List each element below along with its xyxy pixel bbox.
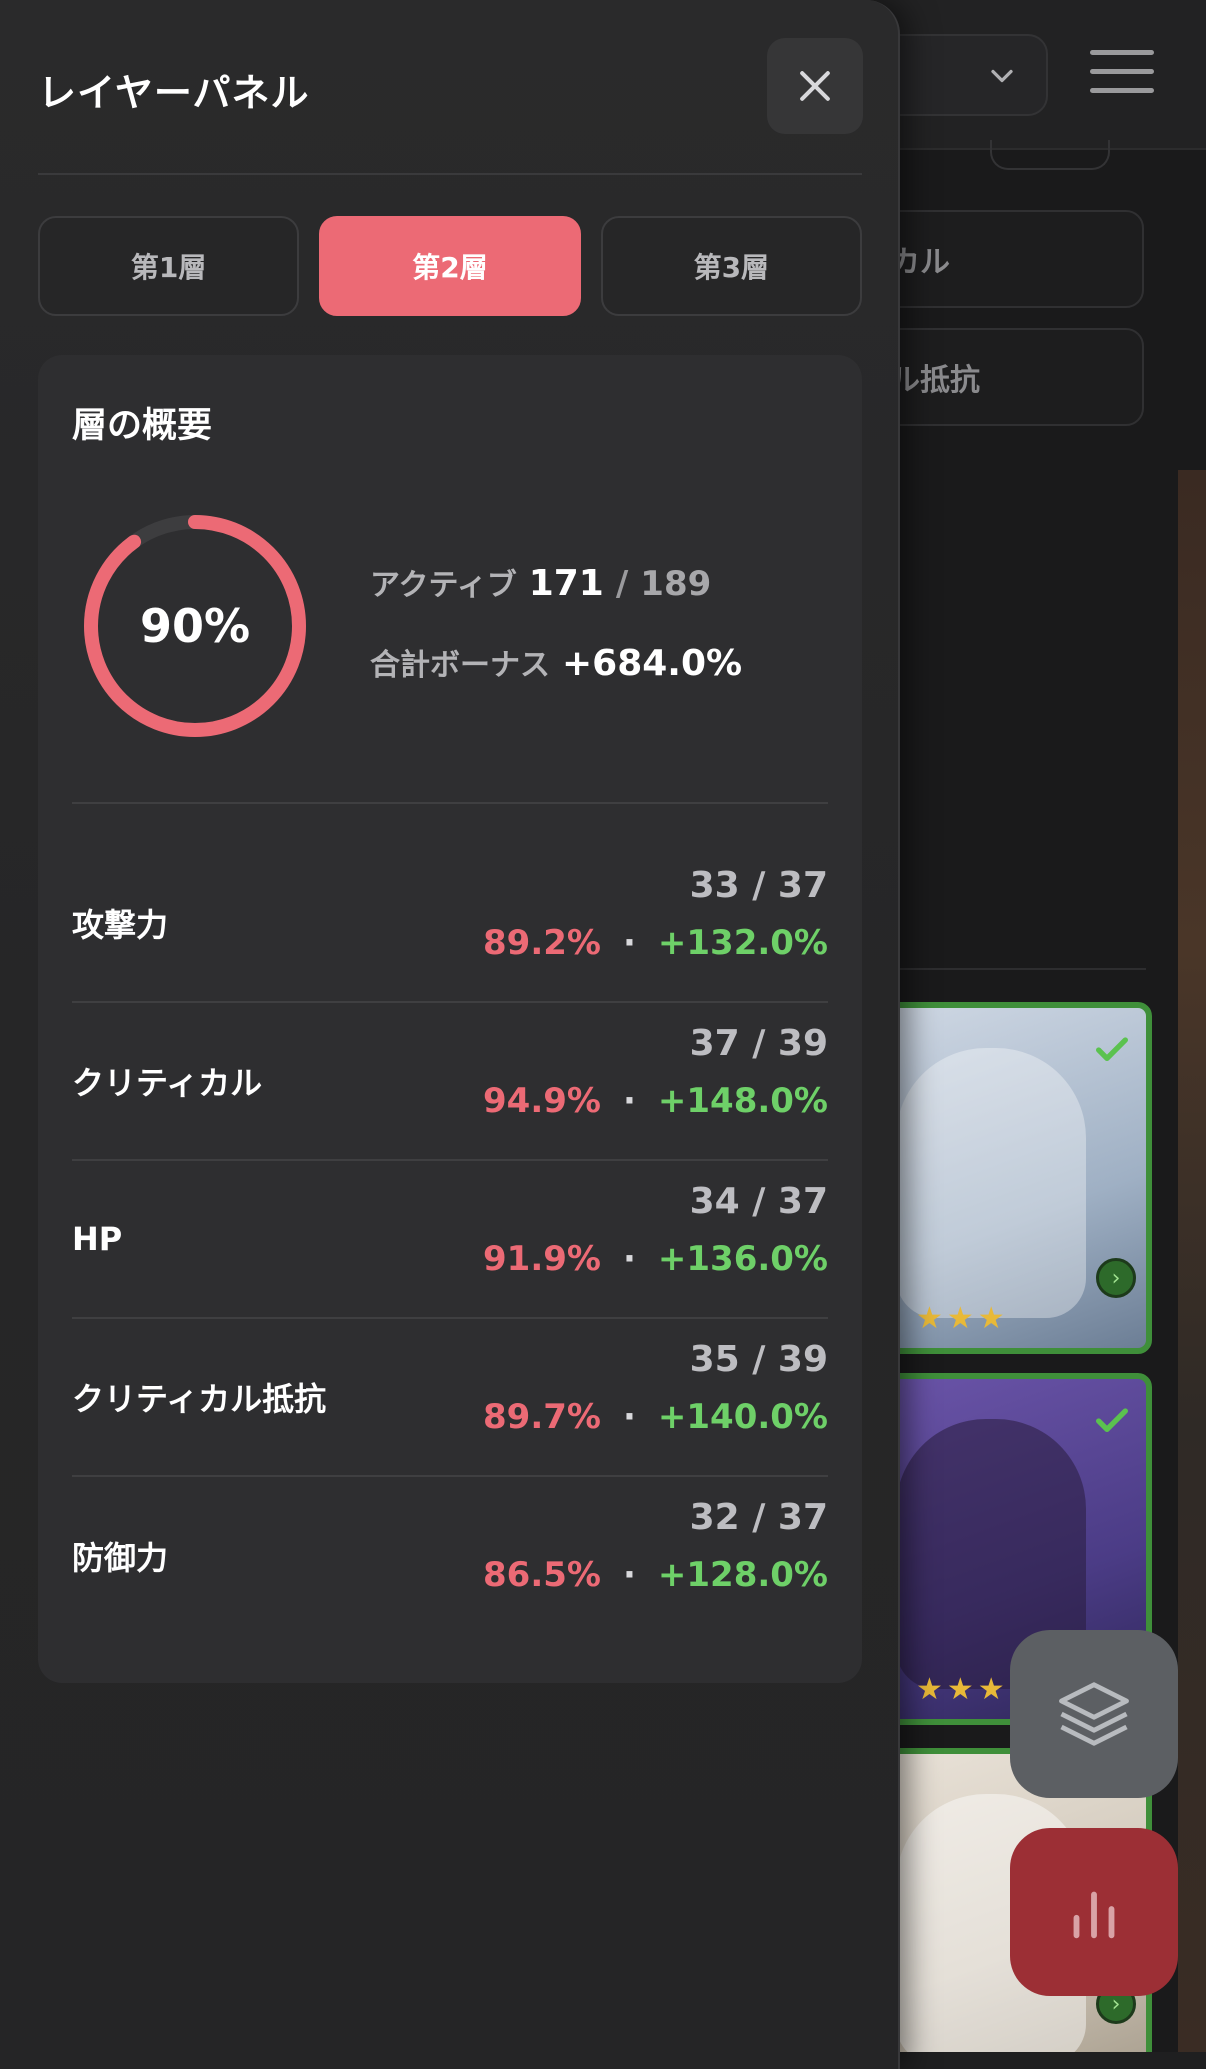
close-button[interactable] bbox=[767, 38, 863, 134]
stat-dot: · bbox=[622, 1397, 636, 1437]
stat-bonus: +132.0% bbox=[657, 923, 828, 963]
star-rating: ★★★ bbox=[916, 1672, 1009, 1707]
stat-count: 32 / 37 bbox=[689, 1497, 828, 1538]
tab-layer-2[interactable]: 第2層 bbox=[319, 216, 581, 316]
stat-count: 35 / 39 bbox=[689, 1339, 828, 1380]
stat-detail: 86.5% · +128.0% bbox=[483, 1555, 828, 1595]
stat-bonus: +128.0% bbox=[657, 1555, 828, 1595]
stat-detail: 94.9% · +148.0% bbox=[483, 1081, 828, 1121]
stat-row-critical-resist: クリティカル抵抗 35 / 39 89.7% · +140.0% bbox=[72, 1319, 828, 1477]
summary-title: 層の概要 bbox=[72, 406, 213, 446]
stat-count: 37 / 39 bbox=[689, 1023, 828, 1064]
stat-percent: 89.2% bbox=[483, 923, 601, 963]
filter-critical-resist[interactable]: ル抵抗 bbox=[870, 328, 1144, 426]
active-label: アクティブ bbox=[370, 568, 517, 603]
stat-dot: · bbox=[622, 923, 636, 963]
total-bonus-label: 合計ボーナス bbox=[370, 648, 550, 683]
summary-divider bbox=[72, 802, 828, 804]
progress-percent: 90% bbox=[139, 599, 251, 653]
layers-icon bbox=[1059, 1682, 1129, 1746]
check-icon bbox=[1096, 1408, 1128, 1432]
stat-detail: 91.9% · +136.0% bbox=[483, 1239, 828, 1279]
stat-row-hp: HP 34 / 37 91.9% · +136.0% bbox=[72, 1161, 828, 1319]
filter-critical[interactable]: カル bbox=[870, 210, 1144, 308]
tab-layer-1[interactable]: 第1層 bbox=[38, 216, 300, 316]
total-bonus-line: 合計ボーナス +684.0% bbox=[370, 640, 742, 684]
stat-detail: 89.2% · +132.0% bbox=[483, 923, 828, 963]
layer-panel: レイヤーパネル 第1層 第2層 第3層 層の概要 90% アクティブ 171 /… bbox=[0, 0, 900, 2069]
stat-dot: · bbox=[622, 1239, 636, 1279]
star-rating: ★★★ bbox=[916, 1301, 1009, 1336]
hamburger-menu-icon[interactable] bbox=[1090, 50, 1154, 98]
stat-row-critical: クリティカル 37 / 39 94.9% · +148.0% bbox=[72, 1003, 828, 1161]
stat-percent: 86.5% bbox=[483, 1555, 601, 1595]
chevron-down-icon bbox=[991, 69, 1013, 83]
stat-percent: 91.9% bbox=[483, 1239, 601, 1279]
bar-chart-icon bbox=[1073, 1891, 1115, 1939]
character-portrait bbox=[896, 1048, 1086, 1318]
header-divider bbox=[38, 173, 862, 175]
chevron-right-icon[interactable]: › bbox=[1096, 1258, 1136, 1298]
panel-title: レイヤーパネル bbox=[38, 71, 310, 115]
background-artwork bbox=[1178, 470, 1206, 2060]
background-pill bbox=[990, 140, 1110, 170]
stat-percent: 94.9% bbox=[483, 1081, 601, 1121]
stat-list: 攻撃力 33 / 37 89.2% · +132.0% クリティカル 37 / … bbox=[72, 845, 828, 1635]
active-count: 171 bbox=[528, 563, 604, 604]
stat-percent: 89.7% bbox=[483, 1397, 601, 1437]
stat-row-defense: 防御力 32 / 37 86.5% · +128.0% bbox=[72, 1477, 828, 1635]
total-bonus-value: +684.0% bbox=[562, 643, 743, 684]
stat-bonus: +140.0% bbox=[657, 1397, 828, 1437]
stat-name: クリティカル抵抗 bbox=[72, 1380, 327, 1418]
stat-dot: · bbox=[622, 1555, 636, 1595]
stat-count: 33 / 37 bbox=[689, 865, 828, 906]
close-icon bbox=[800, 71, 830, 101]
stat-detail: 89.7% · +140.0% bbox=[483, 1397, 828, 1437]
stat-row-attack: 攻撃力 33 / 37 89.2% · +132.0% bbox=[72, 845, 828, 1003]
active-count-line: アクティブ 171 / 189 bbox=[370, 560, 711, 604]
active-separator: / bbox=[615, 564, 629, 604]
background-divider bbox=[870, 968, 1146, 970]
stat-dot: · bbox=[622, 1081, 636, 1121]
stats-button[interactable] bbox=[1010, 1828, 1178, 1996]
stat-name: 攻撃力 bbox=[72, 906, 169, 944]
layer-tabs: 第1層 第2層 第3層 bbox=[38, 216, 862, 316]
stat-name: HP bbox=[72, 1220, 123, 1258]
active-total: 189 bbox=[640, 564, 712, 604]
stat-name: 防御力 bbox=[72, 1539, 169, 1577]
layer-summary-card: 層の概要 90% アクティブ 171 / 189 合計ボーナス +684.0% … bbox=[38, 355, 862, 1683]
stat-count: 34 / 37 bbox=[689, 1181, 828, 1222]
stat-bonus: +136.0% bbox=[657, 1239, 828, 1279]
layers-button[interactable] bbox=[1010, 1630, 1178, 1798]
check-icon bbox=[1096, 1037, 1128, 1061]
filter-critical-resist-label: ル抵抗 bbox=[890, 363, 980, 398]
stat-name: クリティカル bbox=[72, 1064, 263, 1102]
stat-bonus: +148.0% bbox=[657, 1081, 828, 1121]
tab-layer-3[interactable]: 第3層 bbox=[600, 216, 862, 316]
character-card[interactable]: ★★★ › bbox=[870, 1002, 1152, 1354]
